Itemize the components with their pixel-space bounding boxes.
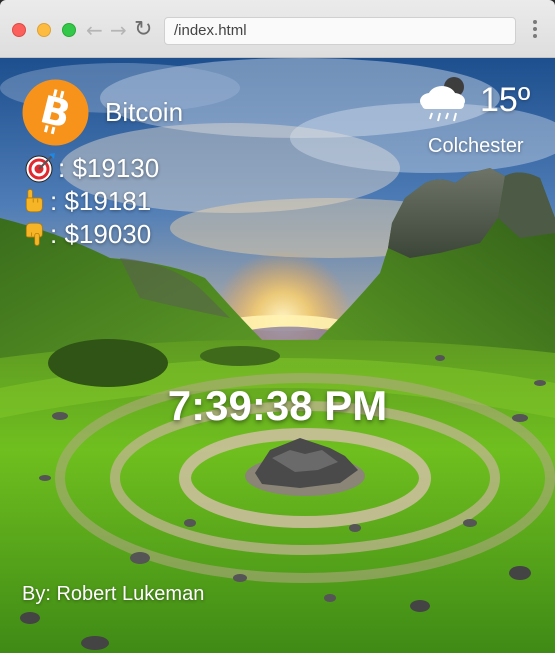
current-price: : $19130 [58, 153, 160, 183]
pointing-down-hand-icon [25, 222, 43, 246]
cloud-rain-icon [420, 77, 465, 122]
forward-arrow-icon[interactable]: → [110, 16, 127, 44]
address-bar-url: /index.html [174, 22, 247, 39]
high-price-row: : $19181 [24, 185, 151, 217]
reload-icon[interactable]: ↻ [134, 16, 152, 44]
high-price: : $19181 [50, 186, 152, 216]
address-bar[interactable]: /index.html [164, 17, 516, 45]
low-price: : $19030 [50, 219, 152, 249]
low-price-row: : $19030 [24, 218, 151, 250]
browser-menu-icon[interactable] [532, 20, 538, 40]
coin-name: Bitcoin [105, 97, 184, 127]
current-price-row: : $19130 [24, 152, 159, 184]
clock-time: 7:39:38 PM [167, 382, 388, 429]
photo-credit: By: Robert Lukeman [22, 583, 205, 605]
city-name: Colchester [428, 135, 524, 157]
back-arrow-icon[interactable]: ← [86, 16, 103, 44]
page: B Bitcoin : $19130: $19181: $19030 15º… [0, 58, 555, 653]
close-window-button[interactable] [12, 23, 26, 37]
temperature: 15º [480, 81, 531, 119]
minimize-window-button[interactable] [37, 23, 51, 37]
bitcoin-icon: B [22, 79, 89, 146]
maximize-window-button[interactable] [62, 23, 76, 37]
target-dart-icon [25, 153, 55, 183]
pointing-up-hand-icon [25, 189, 43, 213]
browser-window: ← → ↻ /index.html B Bitcoin: $19130: $… [0, 0, 555, 653]
browser-toolbar: ← → ↻ /index.html [0, 0, 555, 58]
